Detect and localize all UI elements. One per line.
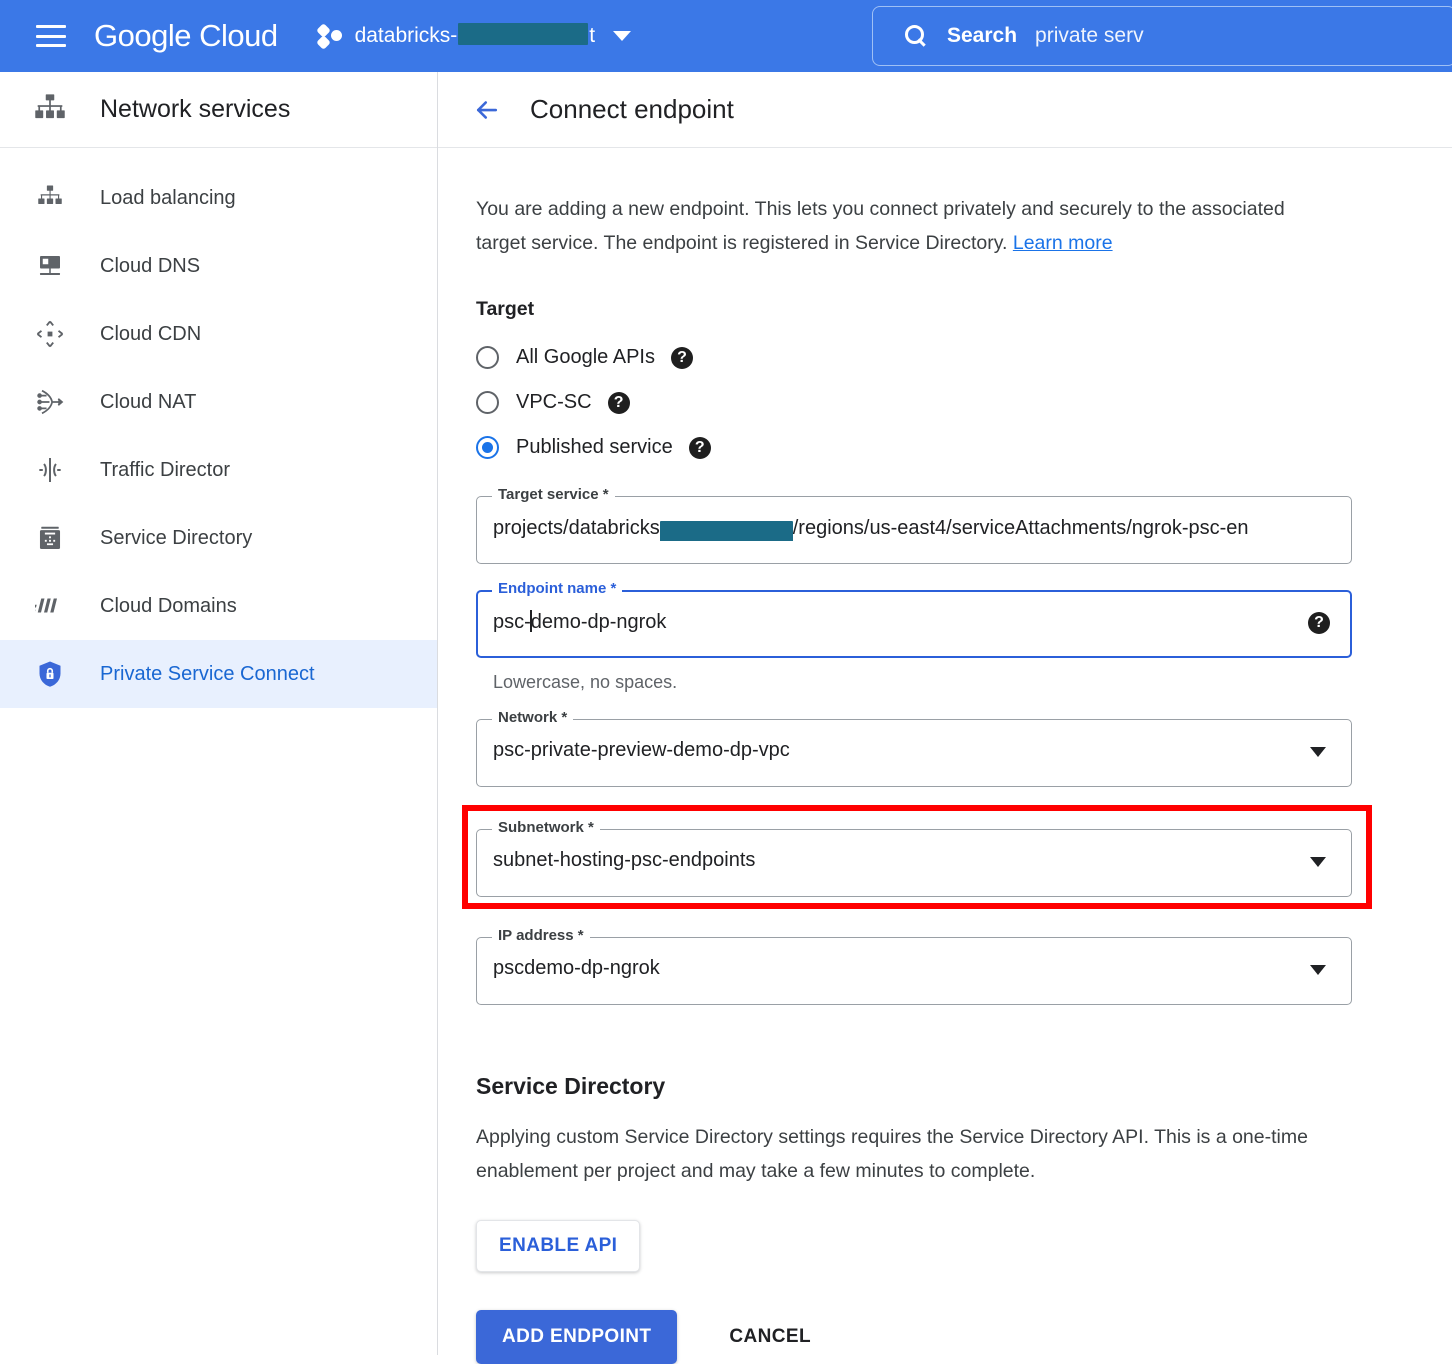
radio-all-google-apis[interactable]: All Google APIs ? — [476, 335, 1386, 380]
project-hexagons-icon — [318, 25, 344, 47]
search-label: Search — [947, 24, 1017, 48]
help-icon[interactable]: ? — [1308, 612, 1330, 634]
target-service-value[interactable]: projects/databricks/regions/us-east4/ser… — [493, 516, 1313, 541]
help-icon[interactable]: ? — [671, 347, 693, 369]
endpoint-name-helper-text: Lowercase, no spaces. — [493, 672, 1386, 693]
value-suffix: /regions/us-east4/serviceAttachments/ngr… — [793, 517, 1249, 539]
search-bar[interactable]: Search private serv — [872, 6, 1452, 66]
search-input-value[interactable]: private serv — [1035, 24, 1144, 48]
help-icon[interactable]: ? — [689, 437, 711, 459]
ip-address-select[interactable]: IP address * pscdemo-dp-ngrok — [476, 937, 1352, 1005]
value-before-caret: psc- — [493, 611, 531, 633]
redacted-project-block — [458, 23, 588, 45]
sidebar-item-label: Cloud DNS — [100, 255, 200, 278]
traffic-director-icon — [28, 452, 72, 488]
cancel-button[interactable]: CANCEL — [719, 1310, 821, 1364]
intro-paragraph: You are adding a new endpoint. This lets… — [476, 192, 1321, 260]
intro-text: You are adding a new endpoint. This lets… — [476, 198, 1285, 254]
form-content: You are adding a new endpoint. This lets… — [438, 148, 1386, 1364]
project-name-suffix: t — [589, 24, 595, 47]
help-icon[interactable]: ? — [608, 392, 630, 414]
back-arrow-icon[interactable] — [472, 95, 502, 125]
sidebar-item-service-directory[interactable]: Service Directory — [0, 504, 437, 572]
logo-cloud-text: Cloud — [191, 18, 278, 53]
endpoint-name-input[interactable]: psc-demo-dp-ngrok — [493, 610, 1313, 634]
radio-label: VPC-SC — [516, 391, 592, 414]
target-section-label: Target — [476, 298, 1386, 321]
service-directory-description: Applying custom Service Directory settin… — [476, 1120, 1336, 1188]
radio-indicator[interactable] — [476, 391, 499, 414]
sidebar-item-label: Private Service Connect — [100, 663, 315, 686]
field-label: Subnetwork * — [492, 819, 600, 836]
field-label: Endpoint name * — [492, 580, 622, 597]
field-label: Target service * — [492, 486, 615, 503]
add-endpoint-button[interactable]: ADD ENDPOINT — [476, 1310, 677, 1364]
enable-api-button[interactable]: ENABLE API — [476, 1220, 640, 1272]
form-actions: ADD ENDPOINT CANCEL — [476, 1310, 1386, 1364]
shield-lock-icon — [28, 656, 72, 692]
logo-google-text: Google — [94, 18, 191, 53]
cloud-domains-icon — [28, 588, 72, 624]
value-prefix: projects/databricks — [493, 517, 660, 539]
service-directory-icon — [28, 520, 72, 556]
radio-vpc-sc[interactable]: VPC-SC ? — [476, 380, 1386, 425]
cloud-nat-icon — [28, 384, 72, 420]
dropdown-caret-icon[interactable] — [1310, 747, 1326, 757]
sidebar-item-cloud-dns[interactable]: Cloud DNS — [0, 232, 437, 300]
field-label: Network * — [492, 709, 573, 726]
top-app-bar: Google Cloud databricks-t Search private… — [0, 0, 1452, 72]
page-title: Connect endpoint — [530, 94, 734, 125]
sidebar-item-label: Load balancing — [100, 187, 236, 210]
sidebar-item-label: Service Directory — [100, 527, 252, 550]
project-name-prefix: databricks- — [355, 24, 458, 47]
sidebar-nav-list: Load balancing Cloud DNS — [0, 148, 437, 708]
chevron-down-icon[interactable] — [613, 31, 631, 41]
radio-label: Published service — [516, 436, 673, 459]
network-services-icon — [28, 92, 72, 128]
radio-indicator[interactable] — [476, 436, 499, 459]
value-after-caret: demo-dp-ngrok — [531, 611, 667, 633]
redacted-project-block — [660, 521, 793, 541]
radio-published-service[interactable]: Published service ? — [476, 425, 1386, 470]
project-name: databricks-t — [355, 24, 596, 48]
radio-indicator[interactable] — [476, 346, 499, 369]
subnetwork-value: subnet-hosting-psc-endpoints — [493, 849, 1313, 872]
dropdown-caret-icon[interactable] — [1310, 965, 1326, 975]
sidebar-item-traffic-director[interactable]: Traffic Director — [0, 436, 437, 504]
radio-label: All Google APIs — [516, 346, 655, 369]
sidebar: Network services — [0, 72, 438, 1355]
sidebar-item-label: Cloud NAT — [100, 391, 196, 414]
sidebar-item-label: Cloud Domains — [100, 595, 237, 618]
google-cloud-logo[interactable]: Google Cloud — [94, 18, 278, 54]
sidebar-item-load-balancing[interactable]: Load balancing — [0, 164, 437, 232]
hamburger-menu-icon[interactable] — [36, 25, 66, 47]
subnetwork-select[interactable]: Subnetwork * subnet-hosting-psc-endpoint… — [476, 829, 1352, 897]
ip-address-value: pscdemo-dp-ngrok — [493, 957, 1313, 980]
dropdown-caret-icon[interactable] — [1310, 857, 1326, 867]
cloud-cdn-icon — [28, 316, 72, 352]
target-service-field[interactable]: Target service * projects/databricks/reg… — [476, 496, 1352, 564]
sidebar-header: Network services — [0, 72, 437, 148]
service-directory-title: Service Directory — [476, 1073, 1386, 1100]
network-value: psc-private-preview-demo-dp-vpc — [493, 739, 1313, 762]
sidebar-item-label: Cloud CDN — [100, 323, 201, 346]
learn-more-link[interactable]: Learn more — [1013, 232, 1113, 254]
main-content: Connect endpoint You are adding a new en… — [438, 72, 1452, 1355]
sidebar-item-cloud-nat[interactable]: Cloud NAT — [0, 368, 437, 436]
endpoint-name-field[interactable]: Endpoint name * psc-demo-dp-ngrok ? — [476, 590, 1352, 658]
search-icon — [905, 25, 927, 47]
cloud-dns-icon — [28, 248, 72, 284]
sidebar-title: Network services — [100, 95, 290, 124]
sidebar-item-cloud-domains[interactable]: Cloud Domains — [0, 572, 437, 640]
field-label: IP address * — [492, 927, 590, 944]
project-selector[interactable]: databricks-t — [318, 24, 632, 48]
network-select[interactable]: Network * psc-private-preview-demo-dp-vp… — [476, 719, 1352, 787]
page-header: Connect endpoint — [438, 72, 1452, 148]
load-balancing-icon — [28, 180, 72, 216]
sidebar-item-private-service-connect[interactable]: Private Service Connect — [0, 640, 437, 708]
sidebar-item-label: Traffic Director — [100, 459, 230, 482]
sidebar-item-cloud-cdn[interactable]: Cloud CDN — [0, 300, 437, 368]
